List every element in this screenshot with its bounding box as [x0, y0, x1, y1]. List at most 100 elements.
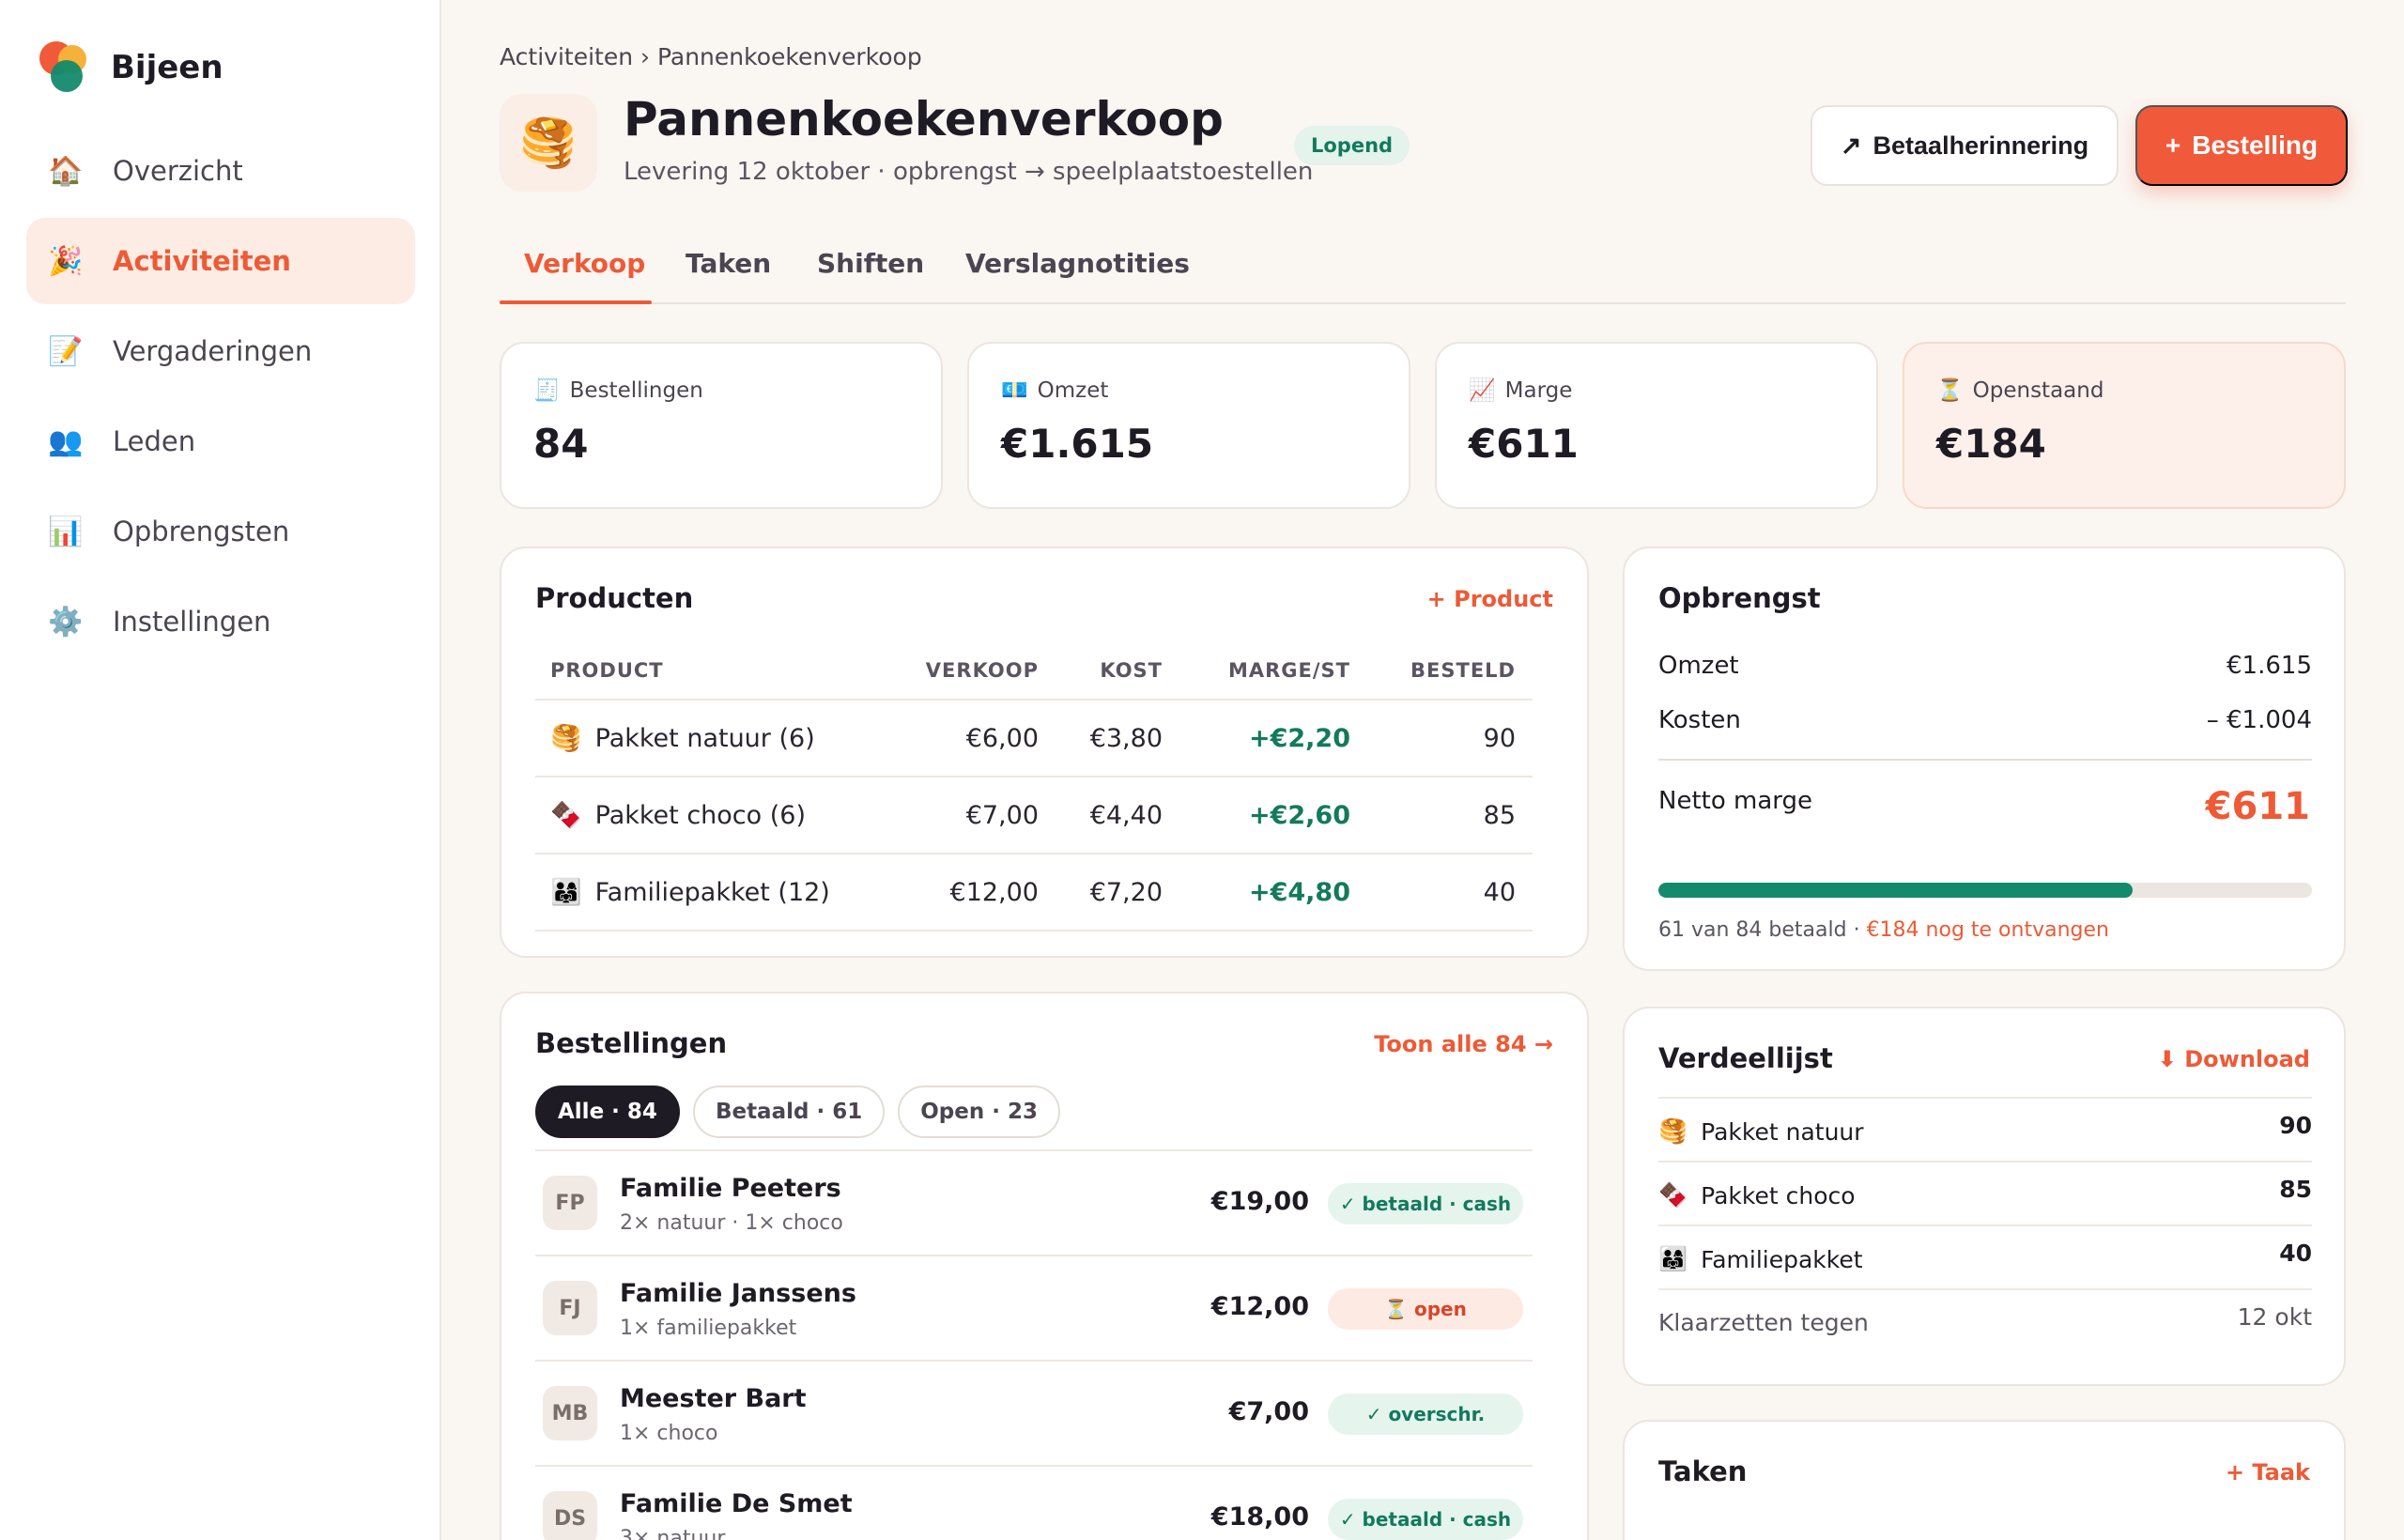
- order-name: Familie De Smet: [620, 1489, 853, 1518]
- filter-paid[interactable]: Betaald · 61: [692, 1086, 886, 1138]
- breadcrumb[interactable]: Activiteiten › Pannenkoekenverkoop: [500, 43, 922, 70]
- order-name: Meester Bart: [620, 1384, 807, 1413]
- order-description: 1× choco: [620, 1422, 718, 1445]
- net-margin-value: €611: [2205, 785, 2310, 828]
- avatar: FJ: [543, 1281, 597, 1335]
- stat-label: Marge: [1504, 377, 1573, 403]
- tab-bar: Verkoop Taken Shiften Verslagnotities: [500, 235, 2346, 304]
- table-row[interactable]: 🥞 Pakket natuur (6) €6,00 €3,80 +€2,20 90: [535, 701, 1533, 778]
- unit-margin: +€2,60: [1248, 800, 1350, 830]
- payment-reminder-button[interactable]: ↗ Betaalherinnering: [1811, 105, 2119, 186]
- payment-progress-bar: [1658, 883, 2312, 898]
- cost-price: €3,80: [1089, 723, 1163, 753]
- sidebar-item-label: Overzicht: [113, 155, 243, 187]
- sell-price: €12,00: [949, 877, 1039, 907]
- list-item[interactable]: FP Familie Peeters 2× natuur · 1× choco …: [535, 1151, 1533, 1256]
- sidebar-item-activiteiten[interactable]: 🎉 Activiteiten: [26, 218, 415, 304]
- filter-open[interactable]: Open · 23: [898, 1086, 1060, 1138]
- chocolate-icon: 🍫: [550, 801, 582, 830]
- sidebar-item-label: Vergaderingen: [113, 335, 313, 367]
- show-all-orders-link[interactable]: Toon alle 84 →: [1374, 1031, 1553, 1057]
- avatar: FP: [543, 1176, 597, 1230]
- table-row[interactable]: 🍫 Pakket choco (6) €7,00 €4,40 +€2,60 85: [535, 778, 1533, 855]
- table-row[interactable]: 👨‍👩‍👧 Familiepakket (12) €12,00 €7,20 +€4…: [535, 855, 1533, 932]
- products-table: PRODUCT VERKOOP KOST MARGE/ST BESTELD 🥞 P…: [535, 642, 1533, 932]
- family-icon: 👨‍👩‍👧: [1658, 1245, 1688, 1272]
- distribution-item-count: 90: [2279, 1112, 2312, 1139]
- pancake-icon: 🥞: [500, 94, 597, 192]
- sidebar-nav: 🏠 Overzicht 🎉 Activiteiten 📝 Vergadering…: [26, 128, 415, 669]
- filter-all[interactable]: Alle · 84: [535, 1086, 680, 1138]
- payment-progress-fill: [1658, 883, 2134, 898]
- costs-row: Kosten – €1.004: [1658, 706, 2312, 734]
- divider: [1658, 759, 2312, 761]
- sidebar-item-leden[interactable]: 👥 Leden: [26, 398, 415, 485]
- list-item: 🍫 Pakket choco 85: [1658, 1163, 2312, 1226]
- avatar: MB: [543, 1386, 597, 1440]
- tab-verkoop[interactable]: Verkoop: [524, 248, 645, 279]
- outstanding-text: €184 nog te ontvangen: [1866, 918, 2109, 942]
- people-icon: 👥: [48, 424, 84, 458]
- new-order-label: Bestelling: [2192, 131, 2319, 160]
- revenue-card: Opbrengst Omzet €1.615 Kosten – €1.004 N…: [1623, 547, 2346, 971]
- add-product-button[interactable]: + Product: [1427, 586, 1553, 612]
- stat-value: €184: [1936, 421, 2046, 467]
- product-name: Familiepakket (12): [594, 877, 830, 907]
- tab-verslagnotities[interactable]: Verslagnotities: [965, 248, 1190, 279]
- column-header-kost: KOST: [1100, 659, 1163, 682]
- ready-by-value: 12 okt: [2237, 1303, 2312, 1331]
- pancake-icon: 🥞: [550, 724, 582, 753]
- unit-margin: +€4,80: [1248, 877, 1350, 907]
- stat-value: €1.615: [1001, 421, 1154, 467]
- distribution-item-count: 40: [2279, 1240, 2312, 1267]
- sidebar-item-instellingen[interactable]: ⚙️ Instellingen: [26, 578, 415, 665]
- list-item[interactable]: MB Meester Bart 1× choco €7,00 ✓ oversch…: [535, 1362, 1533, 1467]
- stat-value: 84: [533, 421, 589, 467]
- status-badge: ✓ overschr.: [1328, 1394, 1523, 1435]
- order-name: Familie Janssens: [620, 1279, 856, 1308]
- sidebar-item-label: Activiteiten: [113, 245, 291, 277]
- stat-label: Omzet: [1037, 377, 1109, 403]
- ordered-count: 40: [1483, 877, 1516, 907]
- download-button[interactable]: ⬇ Download: [2158, 1046, 2310, 1072]
- list-item[interactable]: DS Familie De Smet 3× natuur €18,00 ✓ be…: [535, 1467, 1533, 1540]
- tab-shiften[interactable]: Shiften: [817, 248, 924, 279]
- sidebar-item-overzicht[interactable]: 🏠 Overzicht: [26, 128, 415, 214]
- distribution-title: Verdeellijst: [1658, 1042, 1833, 1074]
- logo-mark-icon: [39, 41, 90, 94]
- arrow-up-right-icon: ↗: [1840, 131, 1862, 160]
- orders-list: FP Familie Peeters 2× natuur · 1× choco …: [535, 1149, 1533, 1540]
- sidebar-item-opbrengsten[interactable]: 📊 Opbrengsten: [26, 488, 415, 575]
- page-title: Pannenkoekenverkoop: [624, 92, 1224, 146]
- order-filters: Alle · 84 Betaald · 61 Open · 23: [535, 1086, 1060, 1138]
- order-amount: €18,00: [1210, 1502, 1309, 1532]
- revenue-value: €1.615: [2227, 652, 2312, 680]
- add-task-button[interactable]: + Taak: [2226, 1459, 2310, 1486]
- stat-label: Openstaand: [1972, 377, 2104, 403]
- sidebar: Bijeen 🏠 Overzicht 🎉 Activiteiten 📝 Verg…: [0, 0, 441, 1540]
- trend-up-icon: 📈: [1469, 378, 1496, 403]
- memo-icon: 📝: [48, 334, 84, 368]
- tasks-card: Taken + Taak: [1623, 1420, 2346, 1540]
- list-item[interactable]: FJ Familie Janssens 1× familiepakket €12…: [535, 1256, 1533, 1362]
- products-title: Producten: [535, 582, 694, 614]
- paid-count-text: 61 van 84 betaald ·: [1658, 918, 1867, 942]
- revenue-row: Omzet €1.615: [1658, 652, 2312, 680]
- revenue-label: Omzet: [1658, 652, 1739, 680]
- distribution-list: 🥞 Pakket natuur 90 🍫 Pakket choco 85 👨‍👩‍👧…: [1658, 1097, 2312, 1354]
- net-margin-label: Netto marge: [1658, 787, 1812, 815]
- bar-chart-icon: 📊: [48, 515, 84, 548]
- stat-label: Bestellingen: [569, 377, 703, 403]
- new-order-button[interactable]: + Bestelling: [2135, 105, 2348, 186]
- page-subtitle: Levering 12 oktober · opbrengst → speelp…: [624, 158, 1314, 186]
- products-card: Producten + Product PRODUCT VERKOOP KOST…: [500, 547, 1589, 958]
- costs-label: Kosten: [1658, 706, 1741, 734]
- orders-card: Bestellingen Toon alle 84 → Alle · 84 Be…: [500, 992, 1589, 1540]
- tab-taken[interactable]: Taken: [686, 248, 771, 279]
- sidebar-item-vergaderingen[interactable]: 📝 Vergaderingen: [26, 308, 415, 394]
- app-logo[interactable]: Bijeen: [39, 41, 223, 94]
- unit-margin: +€2,20: [1248, 723, 1350, 753]
- ordered-count: 90: [1483, 723, 1516, 753]
- table-header: PRODUCT VERKOOP KOST MARGE/ST BESTELD: [535, 642, 1533, 701]
- order-amount: €7,00: [1228, 1397, 1309, 1426]
